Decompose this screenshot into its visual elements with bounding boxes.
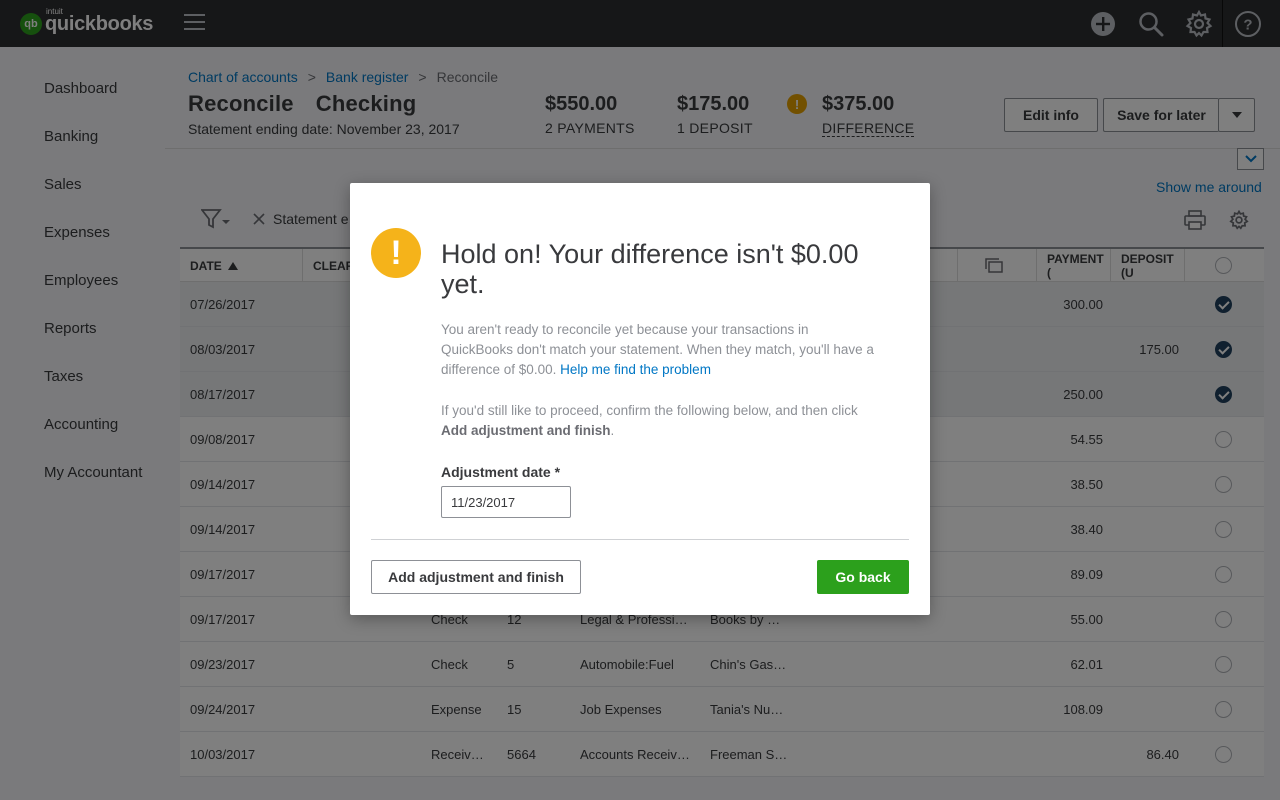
adjustment-date-label: Adjustment date * xyxy=(441,464,561,480)
dialog-instructions-suffix: . xyxy=(610,423,615,438)
adjustment-date-input[interactable] xyxy=(441,486,571,518)
difference-warning-dialog: ! Hold on! Your difference isn't $0.00 y… xyxy=(350,183,930,615)
dialog-message: You aren't ready to reconcile yet becaus… xyxy=(441,320,881,380)
help-find-problem-link[interactable]: Help me find the problem xyxy=(560,362,711,377)
dialog-instructions: If you'd still like to proceed, confirm … xyxy=(441,401,881,441)
warning-exclamation-icon: ! xyxy=(371,228,421,278)
dialog-divider xyxy=(371,539,909,540)
dialog-instructions-bold: Add adjustment and finish xyxy=(441,423,611,438)
add-adjustment-and-finish-button[interactable]: Add adjustment and finish xyxy=(371,560,581,594)
dialog-title: Hold on! Your difference isn't $0.00 yet… xyxy=(441,239,859,299)
dialog-instructions-text: If you'd still like to proceed, confirm … xyxy=(441,403,858,418)
go-back-button[interactable]: Go back xyxy=(817,560,909,594)
